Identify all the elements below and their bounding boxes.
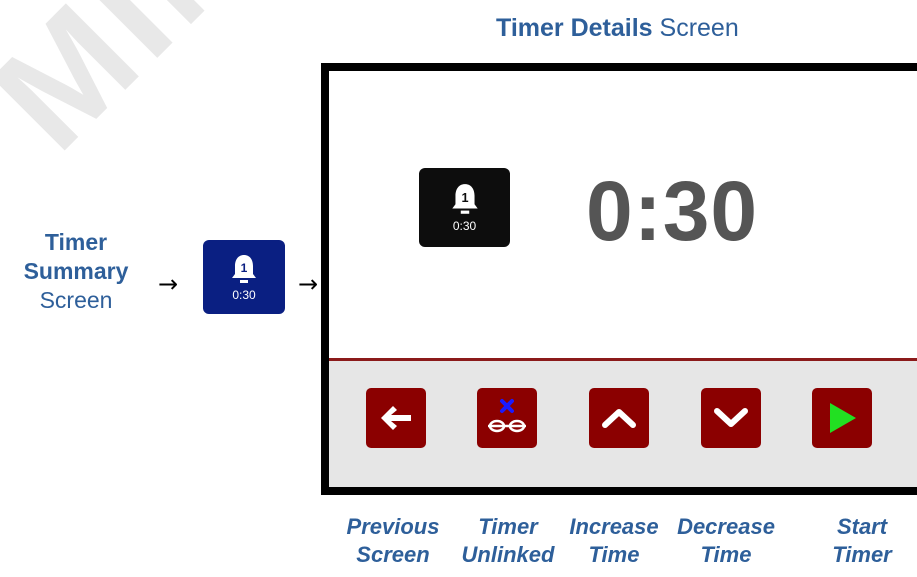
title-plain: Screen [659, 14, 739, 42]
start-timer-label: Start Timer [817, 513, 907, 569]
page-title: Timer Details Screen [496, 14, 739, 43]
detail-bell-number: 1 [461, 191, 468, 205]
right-arrow-icon: → [158, 270, 179, 298]
timer-unlinked-label: Timer Unlinked [458, 513, 558, 569]
bell-icon-large: 1 [451, 184, 478, 214]
chevron-down-icon [714, 408, 748, 427]
previous-screen-label: Previous Screen [343, 513, 443, 569]
unlinked-chain-icon [488, 399, 526, 433]
unlinked-label-line1: Timer [478, 514, 538, 539]
summary-label-line3: Screen [39, 287, 113, 313]
summary-label-line2: Summary [23, 258, 129, 284]
arrow-left-icon [381, 406, 411, 430]
timer-countdown-display: 0:30 [586, 164, 759, 258]
previous-label-line2: Screen [356, 542, 430, 567]
title-bold: Timer Details [496, 14, 653, 42]
bell-icon: 1 [232, 254, 256, 283]
previous-screen-button[interactable] [366, 388, 426, 448]
summary-label-line1: Timer [44, 229, 108, 255]
increase-time-label: Increase Time [564, 513, 664, 569]
timer-details-screen: 1 0:30 0:30 [321, 63, 917, 495]
increase-label-line2: Time [588, 542, 640, 567]
start-label-line2: Timer [832, 542, 892, 567]
decrease-time-label: Decrease Time [676, 513, 776, 569]
timer-summary-icon[interactable]: 1 0:30 [203, 240, 285, 314]
start-label-line1: Start [836, 514, 888, 539]
increase-label-line1: Increase [569, 514, 659, 539]
detail-icon-time: 0:30 [452, 219, 477, 233]
unlinked-label-line2: Unlinked [461, 542, 555, 567]
timer-unlinked-button[interactable] [477, 388, 537, 448]
start-timer-button[interactable] [812, 388, 872, 448]
play-icon [830, 403, 856, 433]
screen-content-area: 1 0:30 0:30 [329, 71, 917, 361]
decrease-time-button[interactable] [701, 388, 761, 448]
button-toolbar [329, 361, 917, 487]
summary-icon-time: 0:30 [232, 287, 256, 302]
timer-detail-icon: 1 0:30 [419, 168, 510, 247]
timer-summary-label: Timer Summary Screen [10, 228, 142, 315]
decrease-label-line2: Time [700, 542, 752, 567]
increase-time-button[interactable] [589, 388, 649, 448]
decrease-label-line1: Decrease [677, 514, 775, 539]
previous-label-line1: Previous [346, 514, 440, 539]
right-arrow-icon-2: → [298, 270, 319, 298]
chevron-up-icon [602, 409, 636, 428]
bell-number: 1 [241, 261, 248, 275]
